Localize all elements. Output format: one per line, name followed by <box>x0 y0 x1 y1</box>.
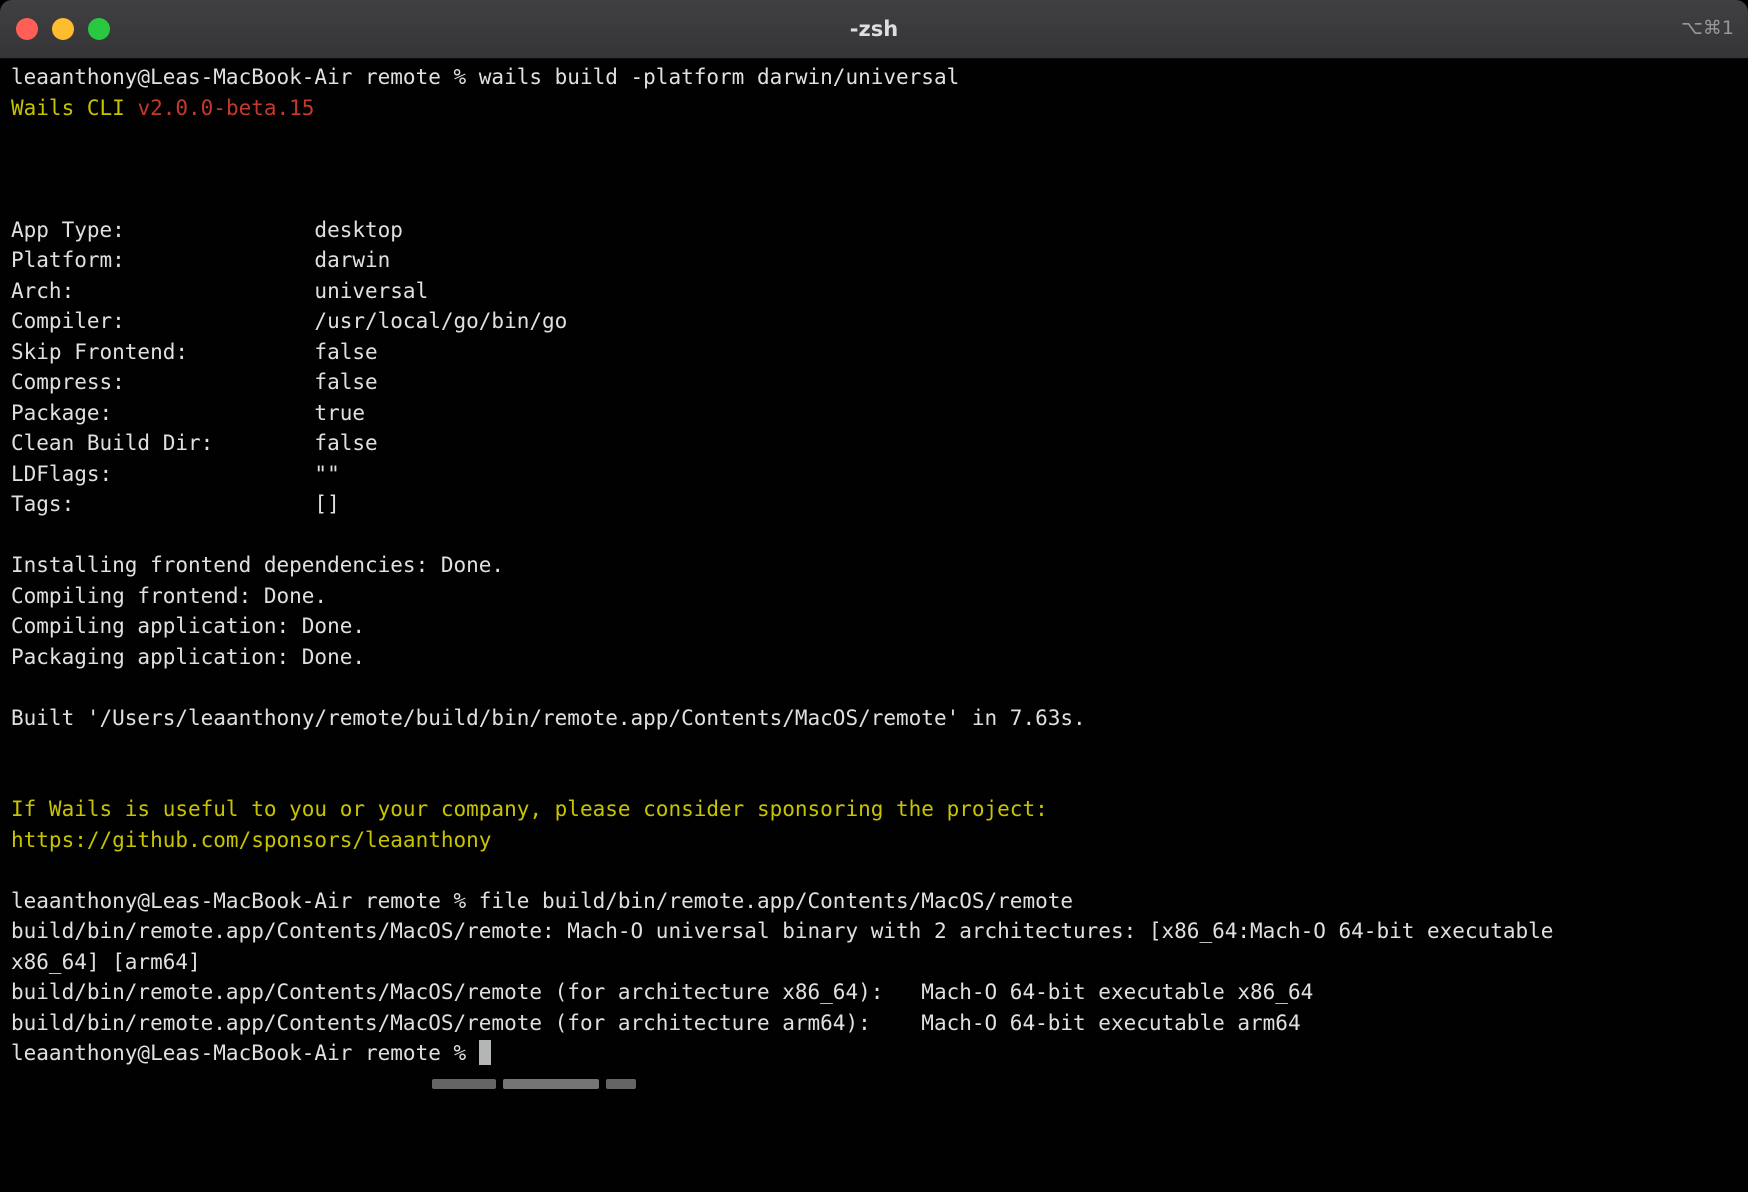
window-title: -zsh <box>0 17 1748 41</box>
config-value: universal <box>314 279 428 303</box>
config-row-app-type: App Type:desktop <box>11 215 1579 246</box>
prompt-line-2: leaanthony@Leas-MacBook-Air remote % fil… <box>11 886 1579 917</box>
sponsor-message-line: If Wails is useful to you or your compan… <box>11 794 1579 825</box>
blank-line <box>11 733 1579 764</box>
progress-line: Compiling application: Done. <box>11 611 1579 642</box>
progress-line: Installing frontend dependencies: Done. <box>11 550 1579 581</box>
built-result-line: Built '/Users/leaanthony/remote/build/bi… <box>11 703 1579 734</box>
wails-cli-label: Wails CLI <box>11 96 137 120</box>
blank-line <box>11 672 1579 703</box>
blank-line <box>11 764 1579 795</box>
config-row-package: Package:true <box>11 398 1579 429</box>
blank-line <box>11 855 1579 886</box>
close-button[interactable] <box>16 18 38 40</box>
blank-line <box>11 520 1579 551</box>
wails-cli-version-line: Wails CLI v2.0.0-beta.15 <box>11 93 1579 124</box>
config-label: Arch: <box>11 276 314 307</box>
config-label: Compress: <box>11 367 314 398</box>
fragment-glyph <box>432 1079 496 1089</box>
config-row-ldflags: LDFlags:"" <box>11 459 1579 490</box>
config-row-compress: Compress:false <box>11 367 1579 398</box>
config-row-clean-build-dir: Clean Build Dir:false <box>11 428 1579 459</box>
window-controls <box>16 18 110 40</box>
file-output-arm64: build/bin/remote.app/Contents/MacOS/remo… <box>11 1008 1579 1039</box>
config-value: /usr/local/go/bin/go <box>314 309 567 333</box>
prompt-text: leaanthony@Leas-MacBook-Air remote % <box>11 1041 479 1065</box>
config-value: darwin <box>314 248 390 272</box>
terminal-window: -zsh ⌥⌘1 leaanthony@Leas-MacBook-Air rem… <box>0 0 1748 1192</box>
fragment-glyph <box>503 1079 599 1089</box>
config-label: Clean Build Dir: <box>11 428 314 459</box>
config-label: LDFlags: <box>11 459 314 490</box>
zoom-button[interactable] <box>88 18 110 40</box>
prompt-line-3: leaanthony@Leas-MacBook-Air remote % <box>11 1038 1579 1069</box>
config-row-compiler: Compiler:/usr/local/go/bin/go <box>11 306 1579 337</box>
config-value: [] <box>314 492 339 516</box>
config-row-platform: Platform:darwin <box>11 245 1579 276</box>
blank-line <box>11 123 1579 154</box>
config-label: Tags: <box>11 489 314 520</box>
fragment-glyph <box>606 1079 636 1089</box>
progress-line: Packaging application: Done. <box>11 642 1579 673</box>
file-output-universal: build/bin/remote.app/Contents/MacOS/remo… <box>11 916 1579 977</box>
config-value: false <box>314 340 377 364</box>
blank-line <box>11 154 1579 185</box>
config-label: Package: <box>11 398 314 429</box>
titlebar[interactable]: -zsh ⌥⌘1 <box>0 0 1748 59</box>
config-value: desktop <box>314 218 403 242</box>
prompt-line-1: leaanthony@Leas-MacBook-Air remote % wai… <box>11 62 1579 93</box>
terminal-content[interactable]: leaanthony@Leas-MacBook-Air remote % wai… <box>0 59 1748 1192</box>
config-label: Skip Frontend: <box>11 337 314 368</box>
config-row-skip-frontend: Skip Frontend:false <box>11 337 1579 368</box>
config-value: "" <box>314 462 339 486</box>
config-label: App Type: <box>11 215 314 246</box>
progress-line: Compiling frontend: Done. <box>11 581 1579 612</box>
minimize-button[interactable] <box>52 18 74 40</box>
sponsor-url-line: https://github.com/sponsors/leaanthony <box>11 825 1579 856</box>
config-label: Compiler: <box>11 306 314 337</box>
config-value: false <box>314 431 377 455</box>
terminal-cursor <box>479 1040 492 1065</box>
wails-cli-version: v2.0.0-beta.15 <box>137 96 314 120</box>
config-row-tags: Tags:[] <box>11 489 1579 520</box>
window-shortcut-badge: ⌥⌘1 <box>1681 17 1734 39</box>
config-value: false <box>314 370 377 394</box>
config-row-arch: Arch:universal <box>11 276 1579 307</box>
blank-line <box>11 184 1579 215</box>
file-output-x86-64: build/bin/remote.app/Contents/MacOS/remo… <box>11 977 1579 1008</box>
background-window-fragment <box>432 1077 636 1090</box>
config-value: true <box>314 401 365 425</box>
config-label: Platform: <box>11 245 314 276</box>
